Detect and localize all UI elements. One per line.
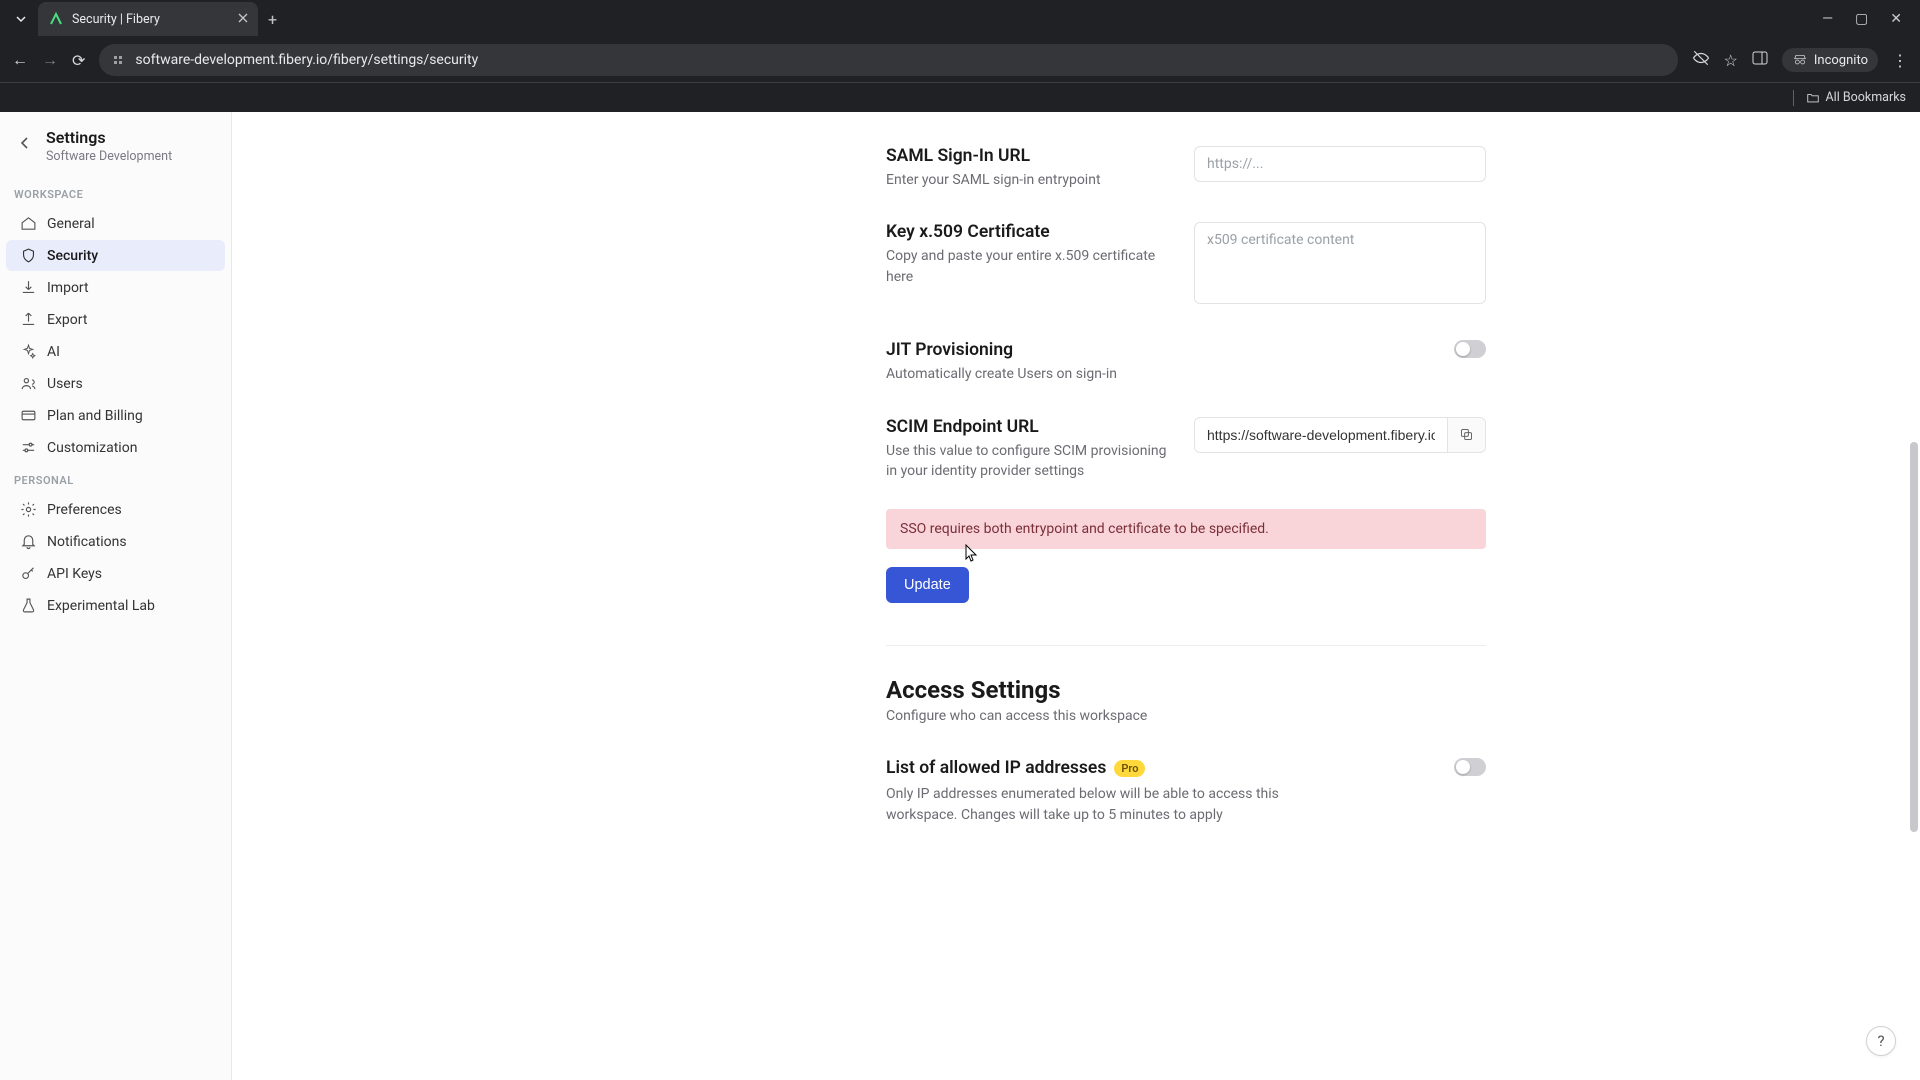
chevron-down-icon xyxy=(15,13,27,25)
help-fab-button[interactable]: ? xyxy=(1866,1026,1896,1056)
maximize-button[interactable]: ▢ xyxy=(1855,11,1868,27)
gear-icon xyxy=(20,501,37,518)
sidebar-item-lab[interactable]: Experimental Lab xyxy=(6,590,225,621)
site-info-icon xyxy=(111,53,125,67)
all-bookmarks-button[interactable]: All Bookmarks xyxy=(1806,90,1907,105)
scrollbar-thumb[interactable] xyxy=(1910,442,1918,832)
sidebar-item-customization[interactable]: Customization xyxy=(6,432,225,463)
sidebar-item-preferences[interactable]: Preferences xyxy=(6,494,225,525)
reload-button[interactable]: ⟳ xyxy=(72,51,85,70)
access-settings-desc: Configure who can access this workspace xyxy=(886,708,1486,724)
scim-title: SCIM Endpoint URL xyxy=(886,417,1168,437)
mouse-cursor-icon xyxy=(965,544,979,566)
tab-search-dropdown[interactable] xyxy=(8,6,34,32)
sidebar-item-apikeys[interactable]: API Keys xyxy=(6,558,225,589)
saml-url-input[interactable] xyxy=(1194,146,1486,182)
scim-copy-button[interactable] xyxy=(1447,418,1485,452)
certificate-desc: Copy and paste your entire x.509 certifi… xyxy=(886,246,1168,287)
jit-toggle[interactable] xyxy=(1454,340,1486,358)
sidebar-item-ai[interactable]: AI xyxy=(6,336,225,367)
update-button[interactable]: Update xyxy=(886,567,969,603)
incognito-icon xyxy=(1792,52,1808,68)
close-window-button[interactable]: ✕ xyxy=(1890,11,1902,27)
incognito-chip[interactable]: Incognito xyxy=(1782,48,1878,72)
certificate-row: Key x.509 Certificate Copy and paste you… xyxy=(886,206,1486,324)
certificate-input[interactable] xyxy=(1194,222,1486,304)
tab-close-button[interactable] xyxy=(238,12,248,27)
sidebar-subtitle: Software Development xyxy=(46,149,172,164)
import-icon xyxy=(20,279,37,296)
tab-bar: Security | Fibery + — ▢ ✕ xyxy=(0,0,1920,38)
back-button[interactable]: ← xyxy=(12,50,28,70)
address-bar: ← → ⟳ software-development.fibery.io/fib… xyxy=(0,38,1920,82)
ip-allowlist-desc: Only IP addresses enumerated below will … xyxy=(886,784,1326,826)
browser-chrome: Security | Fibery + — ▢ ✕ ← → ⟳ software… xyxy=(0,0,1920,112)
group-personal-label: PERSONAL xyxy=(0,464,231,493)
scim-row: SCIM Endpoint URL Use this value to conf… xyxy=(886,401,1486,498)
incognito-eye-icon[interactable] xyxy=(1692,49,1710,71)
sparkle-icon xyxy=(20,343,37,360)
section-divider xyxy=(886,645,1486,646)
window-controls: — ▢ ✕ xyxy=(1822,11,1912,27)
pro-badge: Pro xyxy=(1114,760,1145,777)
copy-icon xyxy=(1459,427,1474,442)
certificate-title: Key x.509 Certificate xyxy=(886,222,1168,242)
fibery-favicon-icon xyxy=(48,11,64,27)
ip-allowlist-toggle[interactable] xyxy=(1454,758,1486,776)
close-icon xyxy=(238,13,248,23)
arrow-left-icon xyxy=(17,135,33,151)
forward-button[interactable]: → xyxy=(42,50,58,70)
bell-icon xyxy=(20,533,37,550)
sidebar-item-security[interactable]: Security xyxy=(6,240,225,271)
bookmarks-bar: All Bookmarks xyxy=(0,82,1920,112)
saml-url-title: SAML Sign-In URL xyxy=(886,146,1168,166)
content-scrollbar[interactable] xyxy=(1910,112,1918,1080)
side-panel-icon[interactable] xyxy=(1752,50,1768,70)
sidebar-item-import[interactable]: Import xyxy=(6,272,225,303)
new-tab-button[interactable]: + xyxy=(268,10,277,29)
tab-title: Security | Fibery xyxy=(72,12,230,27)
access-settings-title: Access Settings xyxy=(886,676,1486,704)
home-icon xyxy=(20,215,37,232)
bookmark-star-icon[interactable]: ☆ xyxy=(1724,51,1738,70)
folder-icon xyxy=(1806,91,1820,105)
scim-desc: Use this value to configure SCIM provisi… xyxy=(886,441,1168,482)
saml-url-desc: Enter your SAML sign-in entrypoint xyxy=(886,170,1168,190)
ip-allowlist-title: List of allowed IP addresses xyxy=(886,758,1106,778)
export-icon xyxy=(20,311,37,328)
credit-card-icon xyxy=(20,407,37,424)
ip-allowlist-row: List of allowed IP addresses Pro Only IP… xyxy=(886,758,1486,826)
shield-icon xyxy=(20,247,37,264)
key-icon xyxy=(20,565,37,582)
sliders-icon xyxy=(20,439,37,456)
settings-sidebar: Settings Software Development WORKSPACE … xyxy=(0,112,232,1080)
users-icon xyxy=(20,375,37,392)
sidebar-item-export[interactable]: Export xyxy=(6,304,225,335)
jit-row: JIT Provisioning Automatically create Us… xyxy=(886,324,1486,400)
sidebar-item-notifications[interactable]: Notifications xyxy=(6,526,225,557)
sidebar-item-plan[interactable]: Plan and Billing xyxy=(6,400,225,431)
group-workspace-label: WORKSPACE xyxy=(0,178,231,207)
sidebar-title: Settings xyxy=(46,128,172,147)
content-area: SAML Sign-In URL Enter your SAML sign-in… xyxy=(232,112,1920,1080)
sidebar-item-users[interactable]: Users xyxy=(6,368,225,399)
minimize-button[interactable]: — xyxy=(1822,11,1833,27)
browser-menu-button[interactable]: ⋮ xyxy=(1892,51,1908,70)
saml-url-row: SAML Sign-In URL Enter your SAML sign-in… xyxy=(886,130,1486,206)
url-input[interactable]: software-development.fibery.io/fibery/se… xyxy=(99,44,1677,76)
jit-title: JIT Provisioning xyxy=(886,340,1168,360)
sidebar-item-general[interactable]: General xyxy=(6,208,225,239)
sidebar-back-button[interactable] xyxy=(14,132,36,154)
url-text: software-development.fibery.io/fibery/se… xyxy=(135,52,478,68)
scim-url-value[interactable] xyxy=(1195,418,1447,452)
app-frame: Settings Software Development WORKSPACE … xyxy=(0,112,1920,1080)
flask-icon xyxy=(20,597,37,614)
browser-tab[interactable]: Security | Fibery xyxy=(38,2,258,36)
jit-desc: Automatically create Users on sign-in xyxy=(886,364,1168,384)
